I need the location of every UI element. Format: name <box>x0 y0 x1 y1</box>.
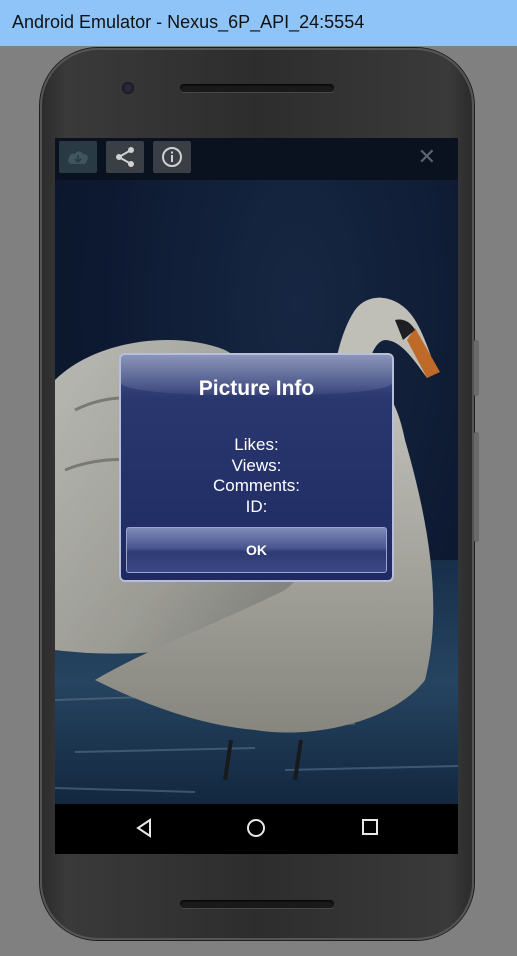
cloud-download-icon <box>68 151 88 164</box>
top-speaker <box>180 84 334 92</box>
id-label: ID: <box>245 496 268 516</box>
recents-icon[interactable] <box>361 818 379 841</box>
window-title: Android Emulator - Nexus_6P_API_24:5554 <box>12 12 365 32</box>
close-icon[interactable]: ✕ <box>418 147 436 169</box>
back-icon[interactable] <box>135 818 153 843</box>
picture-info-dialog: Picture Info Likes: Views: Comments: ID:… <box>119 353 394 582</box>
front-camera <box>122 82 134 94</box>
power-button[interactable] <box>474 340 479 396</box>
views-label: Views: <box>231 455 282 475</box>
emulator-titlebar: Android Emulator - Nexus_6P_API_24:5554 <box>0 0 517 46</box>
share-icon <box>116 147 134 167</box>
share-button[interactable] <box>106 141 144 173</box>
volume-rocker[interactable] <box>474 432 479 542</box>
dialog-title: Picture Info <box>198 377 315 400</box>
home-icon[interactable] <box>246 818 266 843</box>
info-icon <box>162 147 182 167</box>
download-button[interactable] <box>59 141 97 173</box>
picture-info-fields: Likes: Views: Comments: ID: <box>121 435 392 517</box>
bottom-speaker <box>180 900 334 908</box>
ok-button[interactable]: OK <box>126 527 387 573</box>
likes-label: Likes: <box>234 435 279 454</box>
comments-label: Comments: <box>213 476 300 495</box>
photo-toolbar: ✕ <box>55 138 458 180</box>
android-nav-bar <box>55 804 458 854</box>
info-button[interactable] <box>153 141 191 173</box>
